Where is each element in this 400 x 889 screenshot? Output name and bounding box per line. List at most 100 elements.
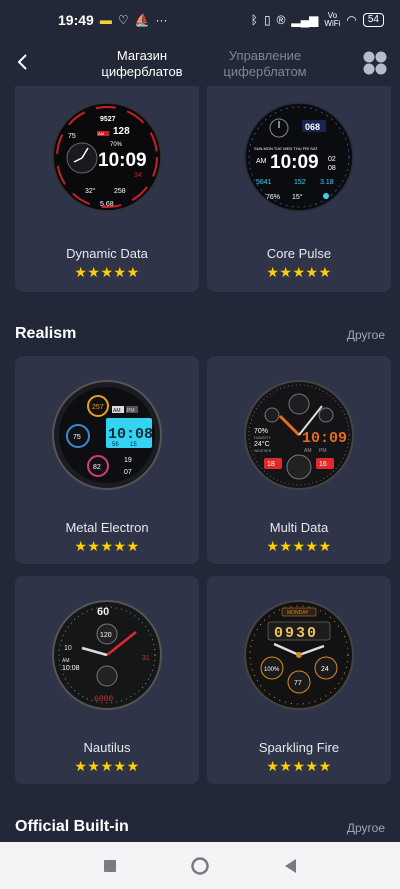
square-icon [104, 860, 116, 872]
face-calorie: 128 [113, 126, 130, 137]
watchface-name: Dynamic Data [66, 246, 148, 261]
face-day: MONDAY [287, 610, 309, 616]
face-pm: PM [127, 408, 135, 414]
face-kcal: 152 [294, 179, 306, 186]
tab-watchface-manage[interactable]: Управление циферблатом [222, 48, 308, 80]
face-sec: 34 [134, 172, 142, 179]
face-digits: 0930 [274, 625, 318, 642]
bluetooth-icon: ᛒ [250, 13, 258, 27]
section-title-official: Official Built-in [15, 818, 129, 835]
face-left: 75 [73, 434, 81, 441]
watchface-preview-dynamic-data: 9527 75 128 70% AM 10:09 34 32° 258 5.68 [52, 102, 162, 212]
face-steps: 19 [124, 457, 132, 464]
watchface-preview-nautilus: 60 120 10 31 AM 10:08 6000 [52, 600, 162, 710]
face-humidity: HUMIDITY [254, 436, 272, 440]
rating-stars: ★★★★★ [266, 264, 332, 280]
watchface-preview-multi-data: 70% HUMIDITY 24°C WEATHER 10:09 AM PM 18… [244, 380, 354, 490]
tab-store-line2: циферблатов [101, 64, 183, 79]
watchface-name: Core Pulse [266, 246, 332, 261]
rating-stars: ★★★★★ [266, 538, 332, 554]
watchface-preview-core-pulse: 068 SUN MON TUE WED THU FRI SAT AM 10:09… [244, 102, 354, 212]
watchface-card-metal-electron[interactable]: 257 75 82 AM PM 10:08 56 15 19 07 Metal … [15, 356, 199, 564]
back-nav-button[interactable] [278, 854, 302, 878]
vibrate-icon: ▯ [263, 13, 271, 27]
face-right: 31 [142, 655, 150, 662]
face-time: 10:09 [270, 152, 319, 173]
face-pm: PM [319, 448, 327, 454]
rating-stars: ★★★★★ [74, 538, 140, 554]
status-bar: 19:49 ▬ ♡ ⛵ ··· ᛒ ▯ ® ▂▄▆ Vo WiFi ◠ 54 [0, 0, 400, 40]
rating-stars: ★★★★★ [266, 758, 332, 774]
face-bpm: 068 [305, 122, 320, 132]
face-power: 76% [266, 194, 280, 201]
clock: 19:49 [58, 12, 94, 28]
face-temp: 15° [292, 193, 303, 201]
volte-wifi-indicator: Vo WiFi [324, 12, 340, 28]
face-date2: 08 [328, 165, 336, 172]
face-time: 10:08 [108, 426, 153, 443]
wifi-icon: ◠ [346, 13, 357, 27]
face-ampm: AM [98, 131, 104, 136]
watchface-list[interactable]: 9527 75 128 70% AM 10:09 34 32° 258 5.68… [0, 86, 400, 842]
face-temp: 32° [85, 187, 96, 195]
face-top: 60 [97, 606, 109, 618]
more-link-official[interactable]: Другое [347, 821, 385, 835]
tab-store-line1: Магазин [116, 48, 168, 63]
more-link-realism[interactable]: Другое [347, 328, 385, 342]
face-time: 10:09 [98, 150, 147, 171]
face-d2: 16 [319, 461, 327, 468]
face-top: 257 [92, 404, 104, 411]
face-pct: 70% [254, 428, 268, 435]
face-am: AM [62, 658, 70, 664]
rating-stars: ★★★★★ [74, 758, 140, 774]
face-time: 10:09 [302, 430, 347, 447]
heart-icon: ♡ [117, 13, 129, 27]
tab-manage-line1: Управление [228, 48, 302, 63]
watchface-card-nautilus[interactable]: 60 120 10 31 AM 10:08 6000 Nautilus ★★★★… [15, 576, 199, 784]
face-weather: WEATHER [254, 449, 272, 453]
face-days: SUN MON TUE WED THU FRI SAT [254, 146, 318, 151]
back-button[interactable] [8, 48, 36, 76]
face-bottom: 6000 [94, 695, 113, 704]
face-pct: 100% [264, 667, 280, 673]
face-left: 10 [64, 645, 72, 652]
watchface-card-dynamic-data[interactable]: 9527 75 128 70% AM 10:09 34 32° 258 5.68… [15, 86, 199, 292]
face-steps: 9527 [100, 116, 116, 123]
face-time: 10:08 [62, 665, 80, 672]
watchface-preview-metal-electron: 257 75 82 AM PM 10:08 56 15 19 07 [52, 380, 162, 490]
watchface-preview-sparkling-fire: MONDAY 0930 100% 24 77 [244, 600, 354, 710]
triangle-back-icon [285, 859, 296, 873]
status-right: ᛒ ▯ ® ▂▄▆ Vo WiFi ◠ 54 [251, 12, 384, 28]
recents-button[interactable] [98, 854, 122, 878]
tab-manage-line2: циферблатом [223, 64, 307, 79]
status-left: 19:49 ▬ ♡ ⛵ ··· [58, 12, 168, 28]
watchface-card-sparkling-fire[interactable]: MONDAY 0930 100% 24 77 Sparkling Fire ★★… [207, 576, 391, 784]
face-bottom: 82 [93, 464, 101, 471]
top-bar: Магазин циферблатов Управление циферблат… [0, 40, 400, 86]
battery-indicator: 54 [362, 13, 384, 27]
chevron-left-icon [17, 54, 27, 70]
face-dist: 3.18 [320, 179, 334, 186]
face-drop: 07 [124, 469, 132, 476]
face-sub: 120 [100, 632, 112, 639]
home-button[interactable] [188, 854, 212, 878]
face-temp: 24°C [254, 440, 270, 448]
face-right: 24 [321, 666, 329, 673]
four-circles-icon [363, 51, 387, 75]
face-power: 70% [110, 142, 123, 148]
watchface-card-multi-data[interactable]: 70% HUMIDITY 24°C WEATHER 10:09 AM PM 18… [207, 356, 391, 564]
watchface-name: Multi Data [269, 520, 329, 535]
folder-icon: ▬ [99, 13, 112, 27]
circle-icon [191, 857, 209, 875]
tab-watchface-store[interactable]: Магазин циферблатов [96, 48, 188, 80]
watchface-card-core-pulse[interactable]: 068 SUN MON TUE WED THU FRI SAT AM 10:09… [207, 86, 391, 292]
registered-icon: ® [276, 13, 286, 27]
signal-icon: ▂▄▆ [291, 13, 319, 27]
face-dist: 258 [114, 188, 126, 195]
face-seconds: 56 [112, 442, 119, 448]
wifi-label: WiFi [324, 19, 341, 28]
categories-button[interactable] [362, 50, 388, 76]
face-steps: 5641 [256, 179, 272, 186]
section-title-realism: Realism [15, 325, 77, 342]
face-d1: 18 [267, 461, 275, 468]
